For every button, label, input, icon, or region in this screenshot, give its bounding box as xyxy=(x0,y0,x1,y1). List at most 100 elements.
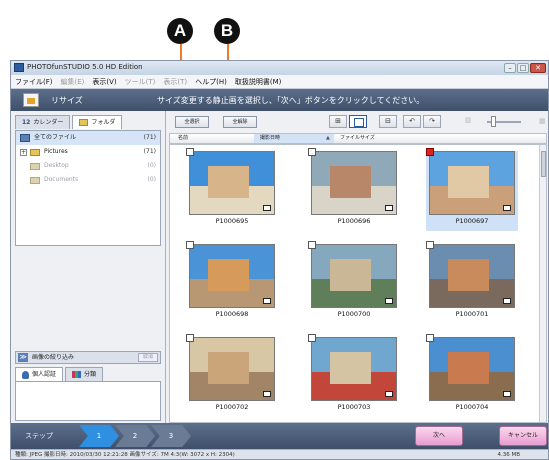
photo-thumbnail[interactable]: P1000704 xyxy=(426,334,518,417)
photo-checkbox[interactable] xyxy=(308,148,316,156)
resize-mode-icon xyxy=(23,93,39,107)
vertical-scrollbar[interactable] xyxy=(539,145,546,422)
photo-checkbox[interactable] xyxy=(308,241,316,249)
photo-image xyxy=(429,151,515,215)
maximize-button[interactable]: □ xyxy=(517,63,529,73)
tree-item-count: (0) xyxy=(147,162,157,169)
menu-display[interactable]: 表示(T) xyxy=(163,77,187,87)
tree-item-count: (0) xyxy=(147,176,157,183)
tab-category-label: 分類 xyxy=(84,371,97,378)
image-type-icon xyxy=(503,205,511,211)
photo-filename: P1000703 xyxy=(337,403,371,411)
photo-building xyxy=(448,258,489,291)
refine-label: 画像の絞り込み xyxy=(32,354,75,361)
minimize-button[interactable]: – xyxy=(504,63,516,73)
double-chevron-icon[interactable]: ≫ xyxy=(18,353,28,362)
toolbar: 全選択 全解除 ⊞ ⊟ ↶ ↷ ▥ ▦ xyxy=(167,111,548,131)
window-title: PHOTOfunSTUDIO 5.0 HD Edition xyxy=(27,63,143,71)
mode-instruction: サイズ変更する静止画を選択し、「次へ」ボタンをクリックしてください。 xyxy=(157,96,425,105)
column-date[interactable]: 撮影日時 xyxy=(254,134,334,143)
compare-view-icon[interactable]: ⊟ xyxy=(379,115,397,128)
cancel-button[interactable]: キャンセル xyxy=(499,426,547,446)
photo-checkbox[interactable] xyxy=(186,334,194,342)
thumbnail-grid: P1000695 P1000696 P1000697 P1000698 P1000700… xyxy=(169,144,547,423)
step-label: ステップ xyxy=(25,432,53,440)
slider-thumb[interactable] xyxy=(491,116,496,127)
menu-file[interactable]: ファイル(F) xyxy=(15,77,53,87)
close-button[interactable]: ✕ xyxy=(530,63,546,73)
small-thumbnail-icon[interactable]: ▥ xyxy=(459,115,477,128)
column-name[interactable]: 名前 xyxy=(178,134,188,143)
photo-thumbnail[interactable]: P1000701 xyxy=(426,241,518,324)
menu-view[interactable]: 表示(V) xyxy=(92,77,116,87)
photo-thumbnail[interactable]: P1000700 xyxy=(308,241,400,324)
person-icon xyxy=(22,370,29,379)
refine-tabs: 個人認証 分類 xyxy=(15,367,104,381)
tab-folder-label: フォルダ xyxy=(91,119,116,126)
tree-item-all-files[interactable]: 全てのファイル (71) xyxy=(16,131,160,145)
photo-thumbnail[interactable]: P1000703 xyxy=(308,334,400,417)
next-button[interactable]: 次へ xyxy=(415,426,463,446)
scroll-thumb[interactable] xyxy=(541,151,546,177)
menu-tools[interactable]: ツール(T) xyxy=(125,77,156,87)
photo-image xyxy=(189,244,275,308)
tree-item-pictures[interactable]: + Pictures (71) xyxy=(16,145,160,159)
tree-item-documents[interactable]: Documents (0) xyxy=(16,173,160,187)
expand-icon[interactable]: + xyxy=(20,149,27,156)
callout-b: B xyxy=(214,18,240,44)
photo-thumbnail[interactable]: P1000697 xyxy=(426,148,518,231)
tree-item-desktop[interactable]: Desktop (0) xyxy=(16,159,160,173)
photo-filename: P1000704 xyxy=(455,403,489,411)
image-type-icon xyxy=(263,298,271,304)
tab-personal[interactable]: 個人認証 xyxy=(15,367,64,381)
tree-item-label: Desktop xyxy=(44,162,69,169)
select-all-button[interactable]: 全選択 xyxy=(175,116,209,128)
menu-manual[interactable]: 取扱説明書(M) xyxy=(235,77,282,87)
app-window: PHOTOfunSTUDIO 5.0 HD Edition – □ ✕ ファイル… xyxy=(10,60,549,460)
refine-clear-button[interactable]: 取消 xyxy=(137,353,158,362)
multi-view-icon[interactable]: ⊞ xyxy=(329,115,347,128)
mode-title: リサイズ xyxy=(51,96,83,105)
status-info: 種類: JPEG 撮影日時: 2010/03/30 12:21:28 画像サイズ… xyxy=(15,452,235,458)
column-header: 名前 撮影日時 ▲ ファイルサイズ xyxy=(169,133,547,144)
image-type-icon xyxy=(263,391,271,397)
tree-item-label: Documents xyxy=(44,176,79,183)
image-type-icon xyxy=(385,298,393,304)
photo-building xyxy=(208,351,249,384)
tab-calendar-label: カレンダー xyxy=(33,119,64,126)
photo-checkbox[interactable] xyxy=(186,148,194,156)
photo-checkbox[interactable] xyxy=(186,241,194,249)
large-thumbnail-icon[interactable]: ▦ xyxy=(539,117,546,125)
tab-calendar[interactable]: 12 カレンダー xyxy=(15,115,71,129)
photo-image xyxy=(189,337,275,401)
category-icon xyxy=(72,371,82,378)
photo-thumbnail[interactable]: P1000698 xyxy=(186,241,278,324)
photo-thumbnail[interactable]: P1000702 xyxy=(186,334,278,417)
menu-help[interactable]: ヘルプ(H) xyxy=(195,77,227,87)
photo-image xyxy=(429,337,515,401)
title-bar[interactable]: PHOTOfunSTUDIO 5.0 HD Edition – □ ✕ xyxy=(11,61,548,75)
photo-filename: P1000702 xyxy=(215,403,249,411)
column-size[interactable]: ファイルサイズ xyxy=(340,134,375,143)
photo-thumbnail[interactable]: P1000695 xyxy=(186,148,278,231)
rotate-left-icon[interactable]: ↶ xyxy=(403,115,421,128)
tab-personal-label: 個人認証 xyxy=(32,371,57,378)
photo-filename: P1000697 xyxy=(455,217,489,225)
folder-tree: 全てのファイル (71) + Pictures (71) Desktop (0)… xyxy=(15,130,161,246)
rotate-right-icon[interactable]: ↷ xyxy=(423,115,441,128)
single-view-icon[interactable] xyxy=(349,115,367,128)
photo-thumbnail[interactable]: P1000696 xyxy=(308,148,400,231)
tab-category[interactable]: 分類 xyxy=(65,367,104,381)
photo-checkbox[interactable] xyxy=(426,334,434,342)
photo-checkbox[interactable] xyxy=(308,334,316,342)
tab-folder[interactable]: フォルダ xyxy=(72,115,123,129)
callout-a: A xyxy=(167,18,193,44)
tree-item-count: (71) xyxy=(143,134,156,141)
deselect-all-button[interactable]: 全解除 xyxy=(223,116,257,128)
menu-edit[interactable]: 編集(E) xyxy=(61,77,85,87)
photo-filename: P1000700 xyxy=(337,310,371,318)
photo-checkbox[interactable] xyxy=(426,148,434,156)
status-bar: 種類: JPEG 撮影日時: 2010/03/30 12:21:28 画像サイズ… xyxy=(11,449,548,459)
photo-checkbox[interactable] xyxy=(426,241,434,249)
image-type-icon xyxy=(503,391,511,397)
